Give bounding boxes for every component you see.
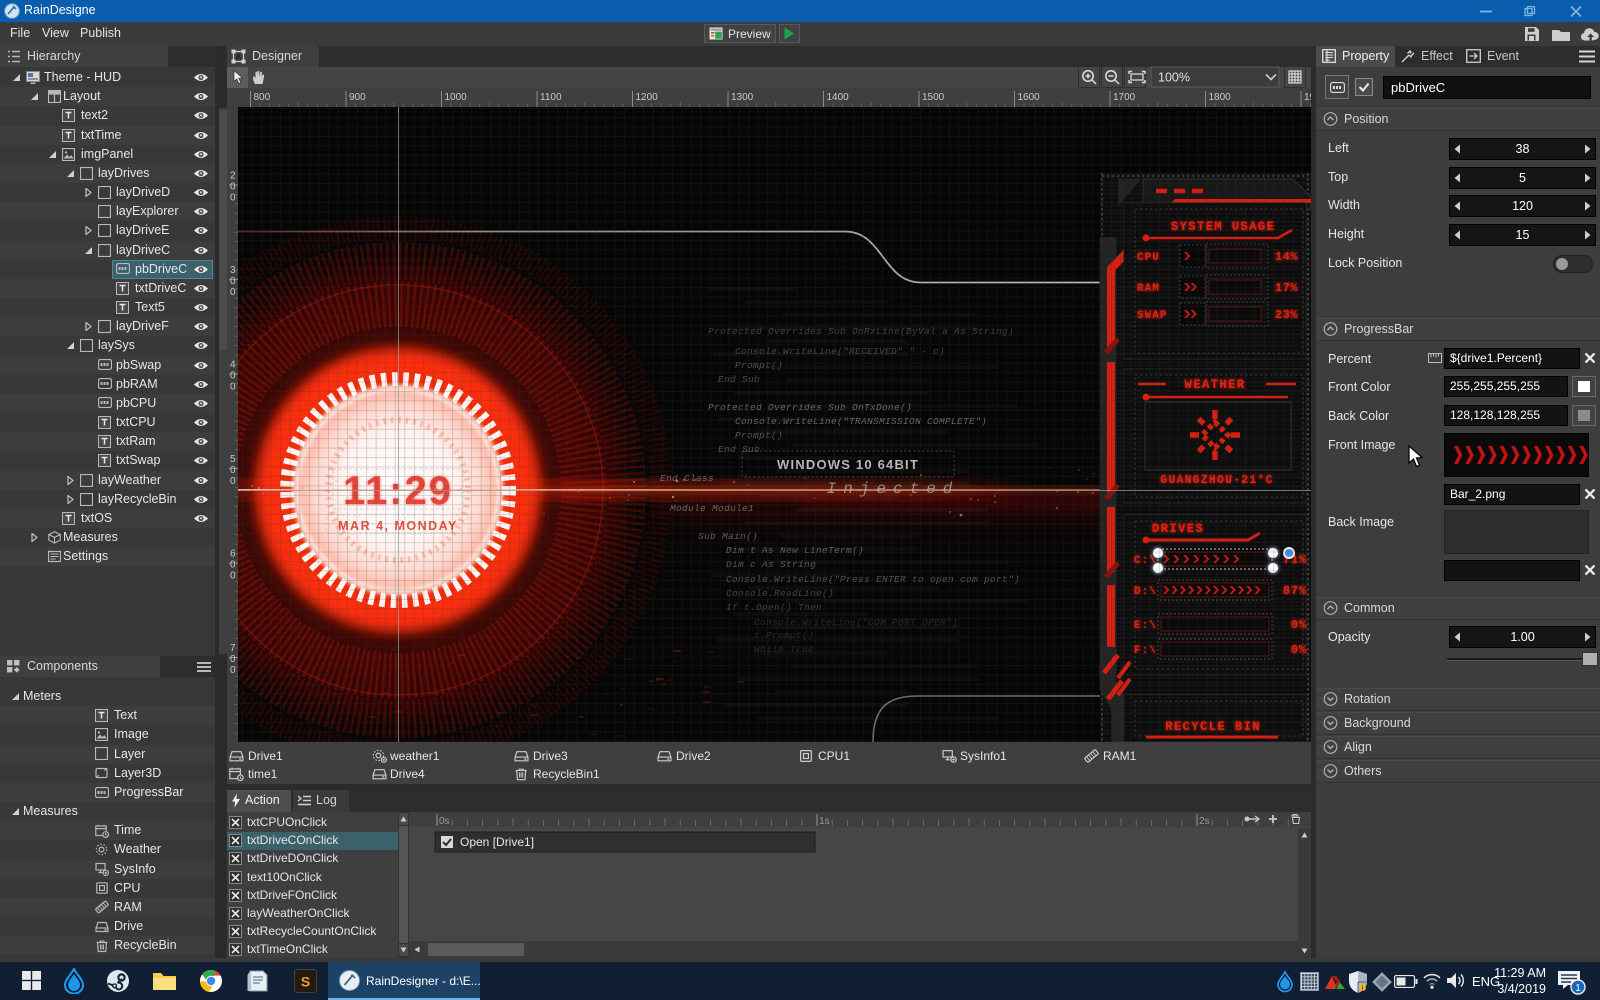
svg-text:1500: 1500 [922, 92, 945, 103]
svg-text:1800: 1800 [1209, 92, 1232, 103]
svg-text:1: 1 [1575, 983, 1581, 994]
svg-text:0s: 0s [439, 816, 450, 827]
svg-text:900: 900 [349, 92, 366, 103]
svg-text:S: S [301, 974, 310, 990]
svg-text:1000: 1000 [445, 92, 468, 103]
svg-text:0: 0 [230, 193, 236, 204]
svg-text:A: A [236, 53, 242, 62]
svg-text:!: ! [1361, 983, 1364, 992]
svg-text:1600: 1600 [1018, 92, 1041, 103]
svg-text:6: 6 [230, 549, 236, 560]
svg-text:1s: 1s [819, 816, 830, 827]
svg-text:0: 0 [230, 465, 236, 476]
svg-text:2s: 2s [1199, 816, 1210, 827]
svg-text:0: 0 [230, 654, 236, 665]
svg-text:800: 800 [254, 92, 271, 103]
svg-text:1100: 1100 [540, 92, 562, 103]
svg-text:1300: 1300 [731, 92, 754, 103]
svg-text:0: 0 [230, 276, 236, 287]
svg-text:1900: 1900 [1304, 92, 1311, 103]
svg-text:2: 2 [230, 171, 236, 182]
svg-text:1200: 1200 [636, 92, 659, 103]
svg-text:0: 0 [230, 182, 236, 193]
svg-text:5: 5 [230, 454, 236, 465]
svg-text:7: 7 [230, 643, 236, 654]
svg-text:0: 0 [230, 371, 236, 382]
svg-text:1400: 1400 [827, 92, 850, 103]
svg-text:1700: 1700 [1113, 92, 1136, 103]
svg-text:Open [Drive1]: Open [Drive1] [460, 835, 534, 849]
svg-text:3: 3 [230, 265, 236, 276]
svg-text:0: 0 [230, 560, 236, 571]
svg-text:100%: 100% [1158, 71, 1190, 85]
svg-text:4: 4 [230, 360, 236, 371]
